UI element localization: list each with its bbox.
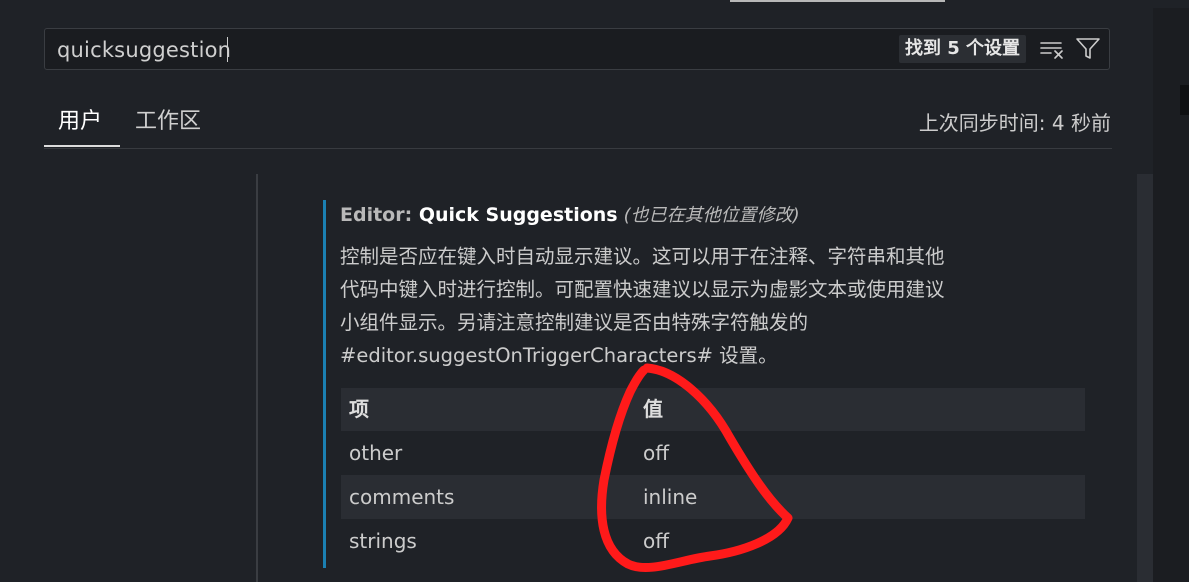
tab-workspace[interactable]: 工作区: [135, 103, 201, 135]
table-row[interactable]: other off: [341, 431, 1085, 475]
sync-status: 上次同步时间: 4 秒前: [918, 111, 1111, 135]
active-tab-underline: [44, 145, 120, 147]
header-value: 值: [643, 397, 663, 421]
row-key: comments: [349, 485, 455, 509]
modified-elsewhere-link[interactable]: (也已在其他位置修改): [624, 205, 800, 226]
settings-editor: quicksuggestion 找到 5 个设置 用户 工作区 上次同步时间: …: [0, 0, 1189, 582]
table-row[interactable]: strings off: [341, 519, 1085, 563]
toc-divider[interactable]: [256, 174, 258, 582]
setting-category: Editor:: [340, 204, 419, 226]
settings-search-box[interactable]: quicksuggestion 找到 5 个设置: [44, 28, 1110, 70]
title-strip: [0, 0, 1189, 8]
description-line: 小组件显示。另请注意控制建议是否由特殊字符触发的: [340, 311, 809, 334]
row-value[interactable]: off: [643, 431, 669, 475]
row-key: other: [349, 441, 403, 465]
text-caret: [227, 37, 228, 62]
table-row[interactable]: comments inline: [341, 475, 1085, 519]
row-value[interactable]: off: [643, 519, 669, 563]
search-input[interactable]: quicksuggestion: [57, 38, 231, 62]
setting-name: Quick Suggestions: [418, 204, 618, 226]
table-header-row: 项 值: [341, 388, 1085, 431]
row-key: strings: [349, 529, 417, 553]
modified-indicator: [323, 200, 326, 568]
filter-icon[interactable]: [1075, 37, 1101, 61]
description-line[interactable]: #editor.suggestOnTriggerCharacters# 设置。: [340, 339, 1080, 372]
row-value[interactable]: inline: [643, 475, 697, 519]
setting-title: Editor: Quick Suggestions (也已在其他位置修改): [340, 201, 800, 227]
tabs-divider: [44, 148, 1112, 149]
setting-description: 控制是否应在键入时自动显示建议。这可以用于在注释、字符串和其他 代码中键入时进行…: [340, 240, 1080, 372]
tab-user[interactable]: 用户: [58, 103, 102, 135]
search-result-count: 找到 5 个设置: [899, 35, 1027, 63]
overview-ruler-marker: [1180, 85, 1189, 115]
object-setting-table: 项 值 other off comments inline strings of…: [341, 388, 1085, 563]
clear-filter-icon[interactable]: [1039, 37, 1065, 61]
description-line: 代码中键入时进行控制。可配置快速建议以显示为虚影文本或使用建议: [340, 278, 945, 301]
settings-scrollbar[interactable]: [1137, 174, 1153, 582]
active-indicator: [730, 0, 945, 2]
header-item: 项: [349, 397, 369, 421]
description-line: 控制是否应在键入时自动显示建议。这可以用于在注释、字符串和其他: [340, 245, 945, 268]
